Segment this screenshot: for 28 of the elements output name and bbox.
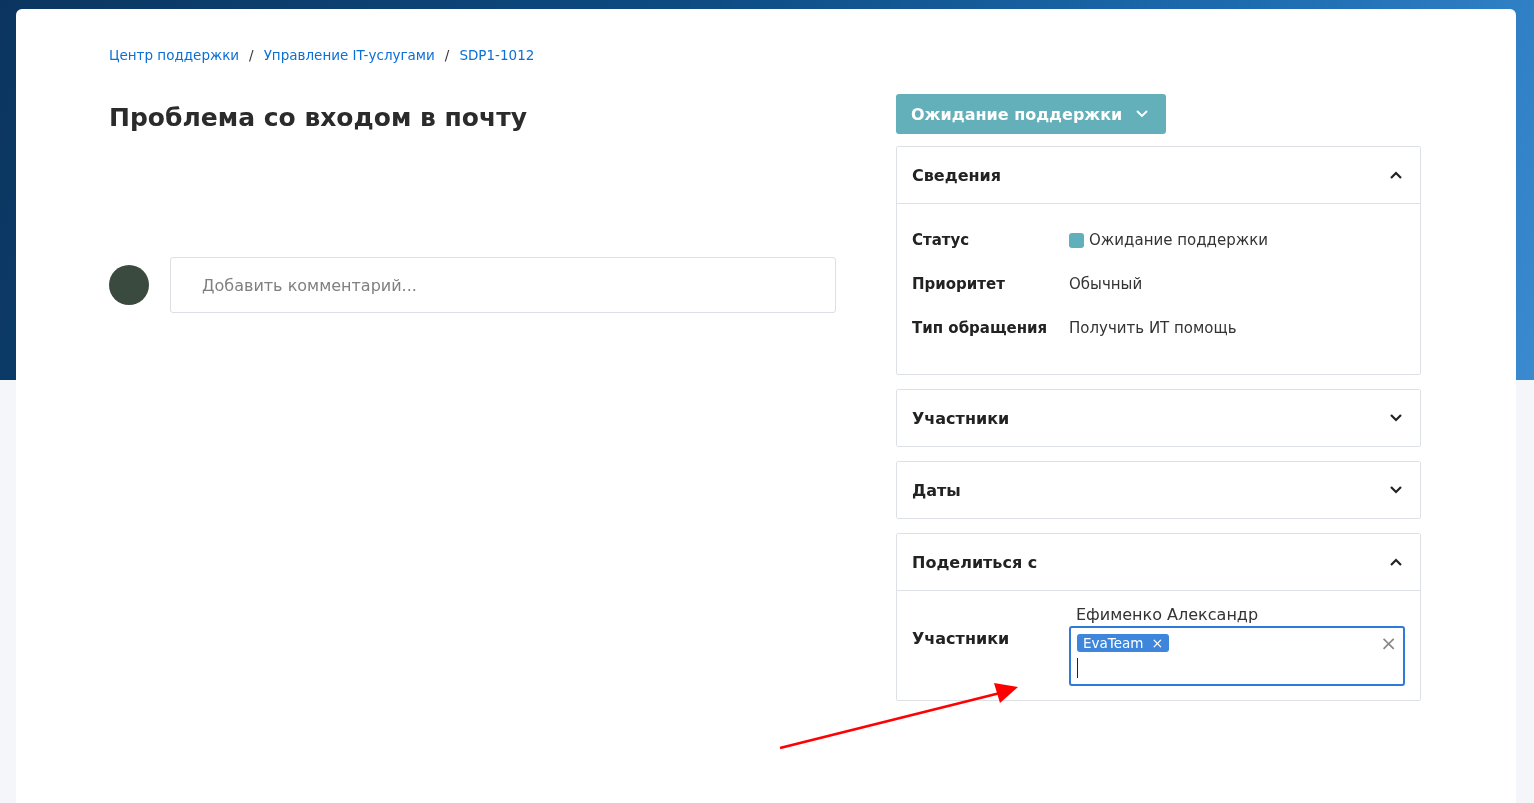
participants-field[interactable]: EvaTeam × × [1069, 626, 1405, 686]
panel-header[interactable]: Даты [897, 462, 1420, 518]
field-label: Статус [912, 231, 971, 249]
breadcrumb-separator: / [249, 47, 254, 63]
chevron-down-icon [1136, 110, 1149, 118]
text-cursor [1077, 658, 1078, 678]
chevron-down-icon [1390, 486, 1402, 494]
field-value: Ожидание поддержки [1089, 231, 1268, 249]
breadcrumb-link[interactable]: Центр поддержки [109, 47, 240, 63]
breadcrumb-separator: / [444, 47, 450, 63]
page-title: Проблема со входом в почту [109, 103, 528, 132]
comment-field[interactable]: Добавить комментарий... [170, 257, 836, 313]
field-label: Тип обращения [912, 319, 1049, 337]
user-name: Ефименко Александр [1075, 605, 1260, 624]
breadcrumb-link[interactable]: SDP1-1012 [459, 47, 535, 63]
field-value: Получить ИТ помощь [1069, 319, 1237, 337]
chevron-up-icon [1390, 171, 1402, 179]
chevron-up-icon [1390, 558, 1402, 566]
field-value: Обычный [1069, 275, 1143, 293]
avatar [109, 265, 149, 305]
panel-header[interactable]: Участники [897, 390, 1420, 446]
clear-button[interactable]: × [1380, 631, 1397, 655]
tag-label: EvaTeam [1083, 635, 1144, 651]
chevron-down-icon [1390, 414, 1402, 422]
breadcrumb-link[interactable]: Управление IT-услугами [263, 47, 435, 63]
field-label: Приоритет [912, 275, 1006, 293]
tag-remove-button[interactable]: × [1151, 635, 1164, 651]
field-label: Участники [912, 629, 1011, 648]
